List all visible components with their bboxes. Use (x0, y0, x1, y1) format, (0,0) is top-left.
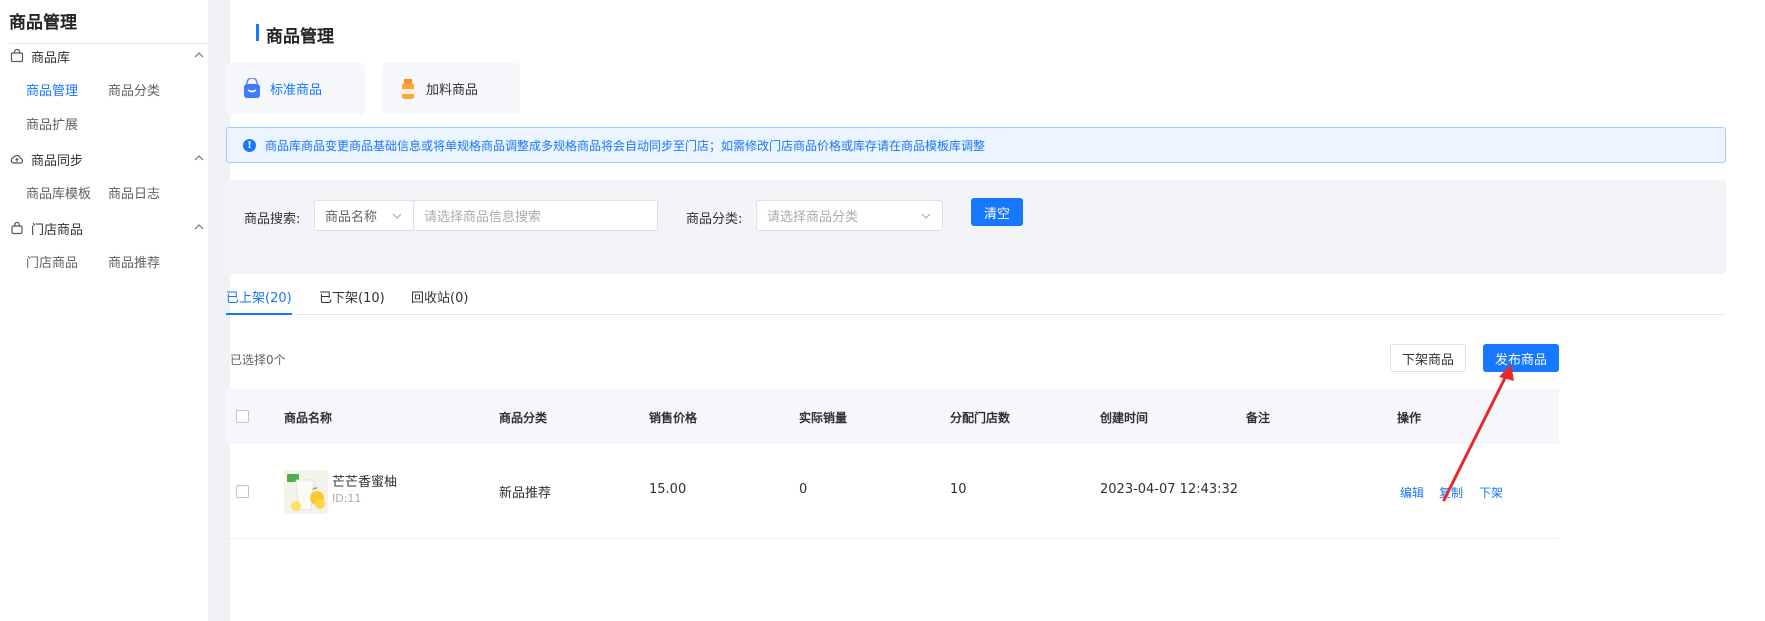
chevron-down-icon (391, 210, 403, 222)
copy-link[interactable]: 复制 (1439, 484, 1463, 501)
sidebar-item-product-recommend[interactable]: 商品推荐 (108, 252, 160, 271)
select-all-checkbox[interactable] (236, 410, 249, 423)
alert-text: 商品库商品变更商品基础信息或将单规格商品调整成多规格商品将会自动同步至门店；如需… (265, 138, 986, 153)
chevron-up-icon (192, 48, 206, 62)
category-select[interactable]: 请选择商品分类 (756, 200, 943, 231)
header-store-count: 分配门店数 (950, 411, 1011, 425)
sync-notice-alert: ! 商品库商品变更商品基础信息或将单规格商品调整成多规格商品将会自动同步至门店；… (226, 127, 1726, 163)
sidebar-title: 商品管理 (9, 13, 77, 33)
category-placeholder: 请选择商品分类 (767, 210, 859, 225)
sidebar-item-library-template[interactable]: 商品库模板 (26, 183, 91, 202)
sidebar-item-store-products[interactable]: 门店商品 (26, 252, 78, 271)
sidebar-group-store-products[interactable]: 门店商品 (10, 218, 206, 238)
header-product-name: 商品名称 (284, 411, 333, 425)
product-name[interactable]: 芒芒香蜜柚 (332, 471, 397, 490)
row-checkbox[interactable] (236, 485, 249, 498)
chevron-up-icon (192, 220, 206, 234)
header-created-time: 创建时间 (1100, 411, 1149, 425)
sidebar-item-product-category[interactable]: 商品分类 (108, 80, 160, 99)
sidebar-item-product-extension[interactable]: 商品扩展 (26, 114, 78, 133)
selected-count: 已选择0个 (230, 353, 286, 367)
tab-unlisted[interactable]: 已下架(10) (319, 287, 385, 315)
sidebar-group-product-library[interactable]: 商品库 (10, 46, 206, 66)
app-root: 商品管理 商品库 商品管理 商品分类 商品扩展 商品同步 商品库模板 商品日志 (0, 0, 1765, 621)
header-price: 销售价格 (649, 411, 698, 425)
product-id: ID:11 (332, 492, 362, 505)
search-label: 商品搜索: (244, 212, 301, 227)
sidebar: 商品管理 商品库 商品管理 商品分类 商品扩展 商品同步 商品库模板 商品日志 (0, 0, 208, 621)
table-header: 商品名称 商品分类 销售价格 实际销量 分配门店数 创建时间 备注 操作 (226, 389, 1559, 444)
cell-category: 新品推荐 (499, 486, 552, 501)
header-note: 备注 (1246, 411, 1271, 425)
unlist-link[interactable]: 下架 (1479, 484, 1503, 501)
chevron-up-icon (192, 151, 206, 165)
status-tabs: 已上架(20) 已下架(10) 回收站(0) (226, 283, 1726, 315)
clear-button[interactable]: 清空 (971, 198, 1023, 226)
sidebar-group-label: 门店商品 (31, 222, 84, 238)
bottle-icon (398, 78, 418, 100)
tab-listed[interactable]: 已上架(20) (226, 287, 292, 315)
sidebar-group-product-sync[interactable]: 商品同步 (10, 149, 206, 169)
standard-product-card[interactable]: 标准商品 (226, 63, 365, 114)
header-actions: 操作 (1397, 411, 1422, 425)
cell-price: 15.00 (649, 482, 687, 497)
search-field-select[interactable]: 商品名称 (314, 200, 414, 231)
cloud-sync-icon (10, 152, 24, 166)
table-row: 芒芒香蜜柚 ID:11 新品推荐 15.00 0 10 2023-04-07 1… (226, 444, 1559, 539)
standard-product-label: 标准商品 (270, 83, 323, 98)
edit-link[interactable]: 编辑 (1400, 484, 1424, 501)
sidebar-divider (9, 43, 208, 44)
main-panel: 商品管理 标准商品 加料商品 ! 商品库商品变更商品基础信息或将单规格商品调整成… (226, 0, 1765, 621)
chevron-down-icon (920, 210, 932, 222)
cell-sales: 0 (799, 482, 808, 497)
publish-product-button[interactable]: 发布商品 (1483, 344, 1559, 372)
unlist-products-button[interactable]: 下架商品 (1390, 344, 1466, 372)
page-title: 商品管理 (256, 22, 334, 47)
shopping-bag-icon (242, 77, 262, 100)
search-field-value: 商品名称 (325, 210, 378, 225)
cell-created-time: 2023-04-07 12:43:32 (1100, 482, 1239, 497)
search-input[interactable]: 请选择商品信息搜索 (413, 200, 658, 231)
info-icon: ! (243, 138, 256, 152)
search-placeholder: 请选择商品信息搜索 (424, 210, 542, 225)
header-category: 商品分类 (499, 411, 548, 425)
cell-store-count: 10 (950, 482, 967, 497)
shopping-bag-icon (10, 221, 24, 235)
add-on-product-label: 加料商品 (426, 83, 479, 98)
sidebar-group-label: 商品库 (31, 50, 71, 66)
header-sales: 实际销量 (799, 411, 848, 425)
tab-recycle-bin[interactable]: 回收站(0) (411, 287, 468, 315)
bag-icon (10, 49, 24, 63)
sidebar-item-product-log[interactable]: 商品日志 (108, 183, 160, 202)
category-label: 商品分类: (686, 212, 743, 227)
filter-panel: 商品搜索: 商品名称 请选择商品信息搜索 商品分类: 请选择商品分类 清空 (226, 180, 1726, 274)
sidebar-group-label: 商品同步 (31, 153, 84, 169)
product-thumbnail (284, 470, 328, 514)
add-on-product-card[interactable]: 加料商品 (382, 63, 520, 114)
sidebar-item-product-management[interactable]: 商品管理 (26, 80, 78, 99)
